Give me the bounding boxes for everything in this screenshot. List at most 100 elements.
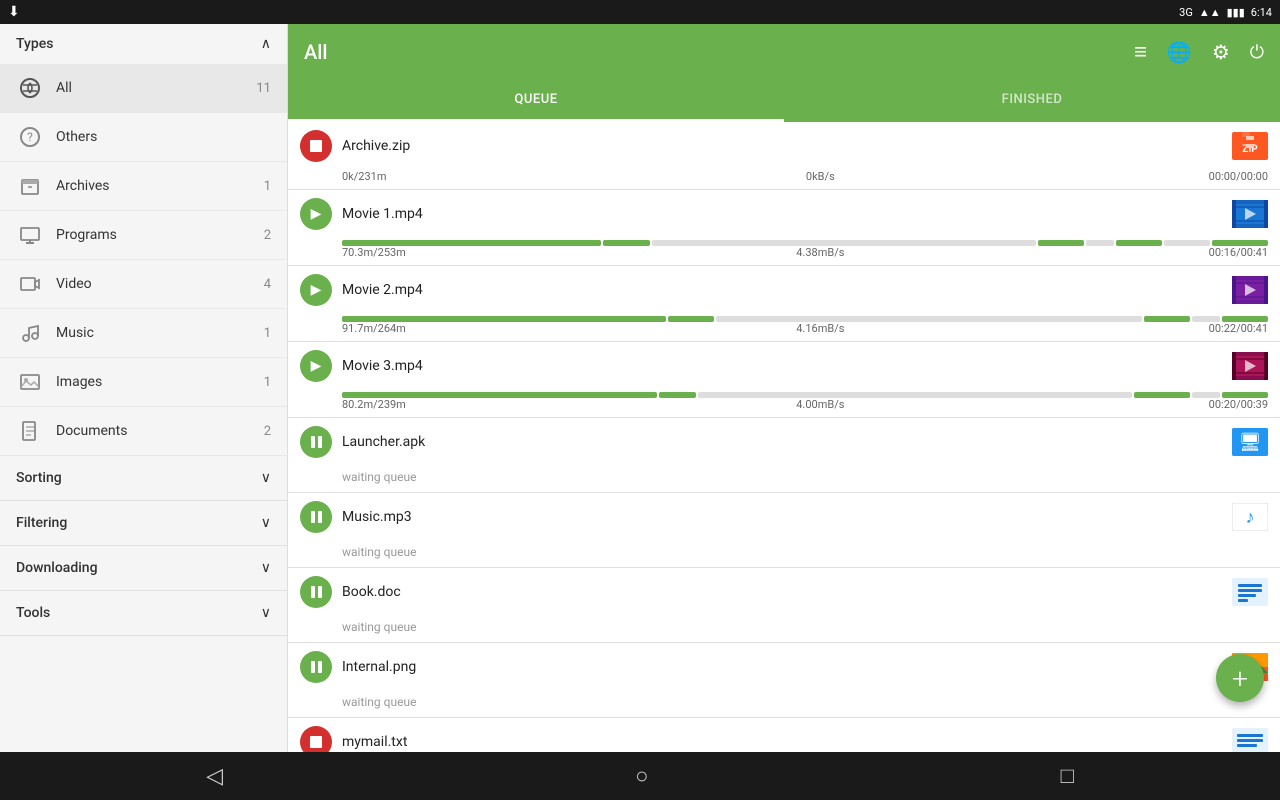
speed-text: 4.38mB/s (432, 246, 1209, 259)
progress-text: 0k/231m (342, 170, 432, 183)
sidebar-item-documents[interactable]: Documents 2 (0, 407, 287, 456)
content-header: All ≡ 🌐 ⚙ ⏻ (288, 24, 1280, 80)
downloading-chevron: ∨ (261, 560, 271, 576)
time-text: 00:20/00:39 (1209, 398, 1268, 411)
video-label: Video (56, 276, 264, 292)
sidebar-item-video[interactable]: Video 4 (0, 260, 287, 309)
types-section-header[interactable]: Types ∧ (0, 24, 287, 64)
filtering-section[interactable]: Filtering ∨ (0, 501, 287, 546)
add-download-button[interactable]: + (1216, 654, 1264, 702)
sidebar-item-archives[interactable]: Archives 1 (0, 162, 287, 211)
file-thumbnail: ♪ (1232, 503, 1268, 531)
waiting-text: waiting queue (288, 541, 1280, 567)
documents-label: Documents (56, 423, 264, 439)
tools-section[interactable]: Tools ∨ (0, 591, 287, 636)
filename: Archive.zip (342, 138, 1222, 154)
pause-icon (311, 661, 322, 673)
music-count: 1 (264, 326, 271, 341)
all-count: 11 (256, 81, 271, 96)
images-icon (16, 368, 44, 396)
filename: Book.doc (342, 584, 1222, 600)
globe-icon[interactable]: 🌐 (1167, 40, 1192, 64)
archives-label: Archives (56, 178, 264, 194)
waiting-text: waiting queue (288, 616, 1280, 642)
item-header: mymail.txt (288, 718, 1280, 752)
types-label: Types (16, 36, 53, 52)
sidebar-item-images[interactable]: Images 1 (0, 358, 287, 407)
tools-label: Tools (16, 605, 50, 621)
pause-button[interactable] (300, 576, 332, 608)
item-header: ▶ Movie 1.mp4 (288, 190, 1280, 238)
pause-button[interactable] (300, 501, 332, 533)
tab-queue-label: QUEUE (514, 92, 557, 107)
status-bar: ⬇ 3G ▲▲ ▮▮▮ 6:14 (0, 0, 1280, 24)
list-item: Music.mp3 ♪ waiting queue (288, 493, 1280, 568)
list-item: Launcher.apk 🖥 waiting queue (288, 418, 1280, 493)
sidebar-item-programs[interactable]: Programs 2 (0, 211, 287, 260)
images-count: 1 (264, 375, 271, 390)
back-button[interactable]: ◁ (206, 764, 223, 789)
others-label: Others (56, 129, 271, 145)
item-header: Music.mp3 ♪ (288, 493, 1280, 541)
file-thumbnail (1232, 200, 1268, 228)
speed-text: 4.00mB/s (432, 398, 1209, 411)
video-icon (16, 270, 44, 298)
pause-button[interactable] (300, 651, 332, 683)
tab-finished[interactable]: FINISHED (784, 80, 1280, 122)
stats-row: 91.7m/264m 4.16mB/s 00:22/00:41 (288, 322, 1280, 341)
item-header: Launcher.apk 🖥 (288, 418, 1280, 466)
list-view-icon[interactable]: ≡ (1134, 39, 1147, 65)
stats-row: 0k/231m 0kB/s 00:00/00:00 (288, 170, 1280, 189)
list-item: mymail.txt 0k 0kB/s 0 (288, 718, 1280, 752)
file-thumbnail (1232, 276, 1268, 304)
pause-button[interactable] (300, 426, 332, 458)
filtering-chevron: ∨ (261, 515, 271, 531)
downloading-label: Downloading (16, 560, 98, 576)
file-thumbnail (1232, 578, 1268, 606)
stop-button[interactable] (300, 726, 332, 752)
power-icon[interactable]: ⏻ (1250, 42, 1264, 63)
programs-count: 2 (264, 228, 271, 243)
stats-row: 70.3m/253m 4.38mB/s 00:16/00:41 (288, 246, 1280, 265)
stats-row: 80.2m/239m 4.00mB/s 00:20/00:39 (288, 398, 1280, 417)
filename: Movie 1.mp4 (342, 206, 1222, 222)
speed-text: 4.16mB/s (432, 322, 1209, 335)
svg-text:🖥: 🖥 (1239, 432, 1262, 453)
file-thumbnail: 🖥 (1232, 428, 1268, 456)
programs-icon (16, 221, 44, 249)
all-label: All (56, 80, 256, 96)
recent-button[interactable]: □ (1061, 763, 1074, 789)
list-item: ▶ Movie 1.mp4 (288, 190, 1280, 266)
filename: Music.mp3 (342, 509, 1222, 525)
tab-queue[interactable]: QUEUE (288, 80, 784, 122)
file-thumbnail (1232, 352, 1268, 380)
sidebar-item-others[interactable]: ? Others (0, 113, 287, 162)
header-actions: ≡ 🌐 ⚙ ⏻ (1134, 39, 1264, 65)
content-area: All ≡ 🌐 ⚙ ⏻ QUEUE FINISHED (288, 24, 1280, 752)
play-button[interactable]: ▶ (300, 198, 332, 230)
downloading-section[interactable]: Downloading ∨ (0, 546, 287, 591)
tools-chevron: ∨ (261, 605, 271, 621)
list-item: Book.doc waiting queue (288, 568, 1280, 643)
archives-count: 1 (264, 179, 271, 194)
list-item: ▶ Movie 2.mp4 (288, 266, 1280, 342)
play-icon: ▶ (311, 358, 322, 374)
home-button[interactable]: ○ (635, 763, 648, 789)
sorting-section[interactable]: Sorting ∨ (0, 456, 287, 501)
time-text: 00:00/00:00 (1209, 170, 1268, 183)
filename: Internal.png (342, 659, 1222, 675)
filename: mymail.txt (342, 734, 1222, 750)
sidebar-item-all[interactable]: All 11 (0, 64, 287, 113)
play-button[interactable]: ▶ (300, 274, 332, 306)
download-list: Archive.zip ZIP 0k/231m 0kB/s 00:00/00:0… (288, 122, 1280, 752)
progress-text: 70.3m/253m (342, 246, 432, 259)
tab-finished-label: FINISHED (1002, 92, 1063, 107)
sidebar-item-music[interactable]: Music 1 (0, 309, 287, 358)
pause-icon (311, 436, 322, 448)
list-item: Internal.png waiting queue (288, 643, 1280, 718)
item-header: ▶ Movie 2.mp4 (288, 266, 1280, 314)
stop-button[interactable] (300, 130, 332, 162)
status-left: ⬇ (8, 4, 20, 20)
settings-icon[interactable]: ⚙ (1212, 40, 1230, 64)
play-button[interactable]: ▶ (300, 350, 332, 382)
